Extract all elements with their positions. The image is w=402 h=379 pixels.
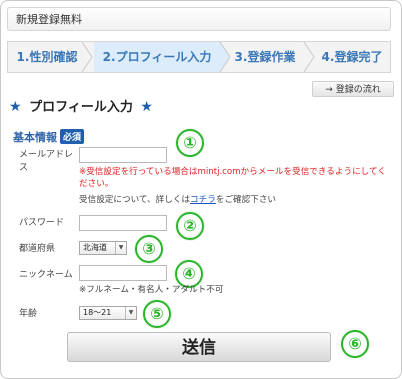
email-warning: ※受信設定を行っている場合はmintj.comからメールを受信できるようにしてく… bbox=[79, 167, 386, 189]
step-progress-bar: 1.性別確認 2.プロフィール入力 3.登録作業 4.登録完了 bbox=[7, 41, 391, 73]
step-1: 1.性別確認 bbox=[16, 50, 78, 64]
star-icon: ★ bbox=[140, 99, 153, 115]
nickname-input[interactable] bbox=[79, 265, 167, 281]
chevron-down-icon: ▼ bbox=[115, 242, 126, 254]
prefecture-select[interactable]: 北海道 ▼ bbox=[79, 241, 127, 255]
chevron-down-icon: ▼ bbox=[125, 307, 136, 319]
prefecture-label: 都道府県 bbox=[19, 244, 56, 254]
title-bar: 新規登録無料 bbox=[7, 7, 391, 31]
registration-panel: 新規登録無料 1.性別確認 2.プロフィール入力 3.登録作業 4.登録完了 →… bbox=[0, 0, 402, 379]
email-label: メールアドレ ス bbox=[19, 149, 73, 175]
marker-6: ⑥ bbox=[341, 330, 369, 358]
password-label: パスワード bbox=[19, 218, 65, 228]
required-badge: 必須 bbox=[60, 129, 85, 144]
marker-5: ⑤ bbox=[143, 300, 171, 328]
age-label: 年齢 bbox=[19, 309, 38, 319]
section-basic-info: 基本情報 必須 bbox=[13, 129, 85, 145]
email-info-link[interactable]: コチラ bbox=[190, 195, 216, 205]
prefecture-selected: 北海道 bbox=[83, 243, 107, 252]
step-2-active: 2.プロフィール入力 bbox=[94, 42, 220, 72]
step-4: 4.登録完了 bbox=[321, 50, 383, 64]
age-select[interactable]: 18～21 ▼ bbox=[79, 306, 137, 320]
step-3: 3.登録作業 bbox=[234, 50, 296, 64]
nickname-label: ニックネーム bbox=[19, 270, 73, 280]
registration-flow-link[interactable]: → 登録の流れ bbox=[312, 81, 394, 97]
star-icon: ★ bbox=[9, 99, 22, 115]
section-label-text: 基本情報 bbox=[13, 131, 57, 144]
email-info: 受信設定について、詳しくはコチラをご確認下さい bbox=[79, 194, 276, 206]
email-info-prefix: 受信設定について、詳しくは bbox=[79, 195, 191, 205]
marker-1: ① bbox=[176, 129, 204, 157]
page-title-text: プロフィール入力 bbox=[29, 100, 133, 115]
email-info-suffix: をご確認下さい bbox=[215, 195, 277, 205]
password-input[interactable] bbox=[79, 215, 167, 231]
step-separator-1 bbox=[81, 42, 93, 72]
marker-3: ③ bbox=[135, 235, 163, 263]
nickname-note: ※フルネーム・有名人・アダルト不可 bbox=[79, 285, 224, 295]
email-label-line2: ス bbox=[19, 163, 29, 173]
marker-2: ② bbox=[176, 212, 204, 240]
email-input[interactable] bbox=[79, 147, 167, 163]
submit-button[interactable]: 送信 bbox=[67, 332, 331, 362]
age-selected: 18～21 bbox=[83, 308, 112, 317]
email-label-line1: メールアドレ bbox=[19, 150, 74, 160]
page-title: ★ プロフィール入力 ★ bbox=[9, 97, 153, 117]
